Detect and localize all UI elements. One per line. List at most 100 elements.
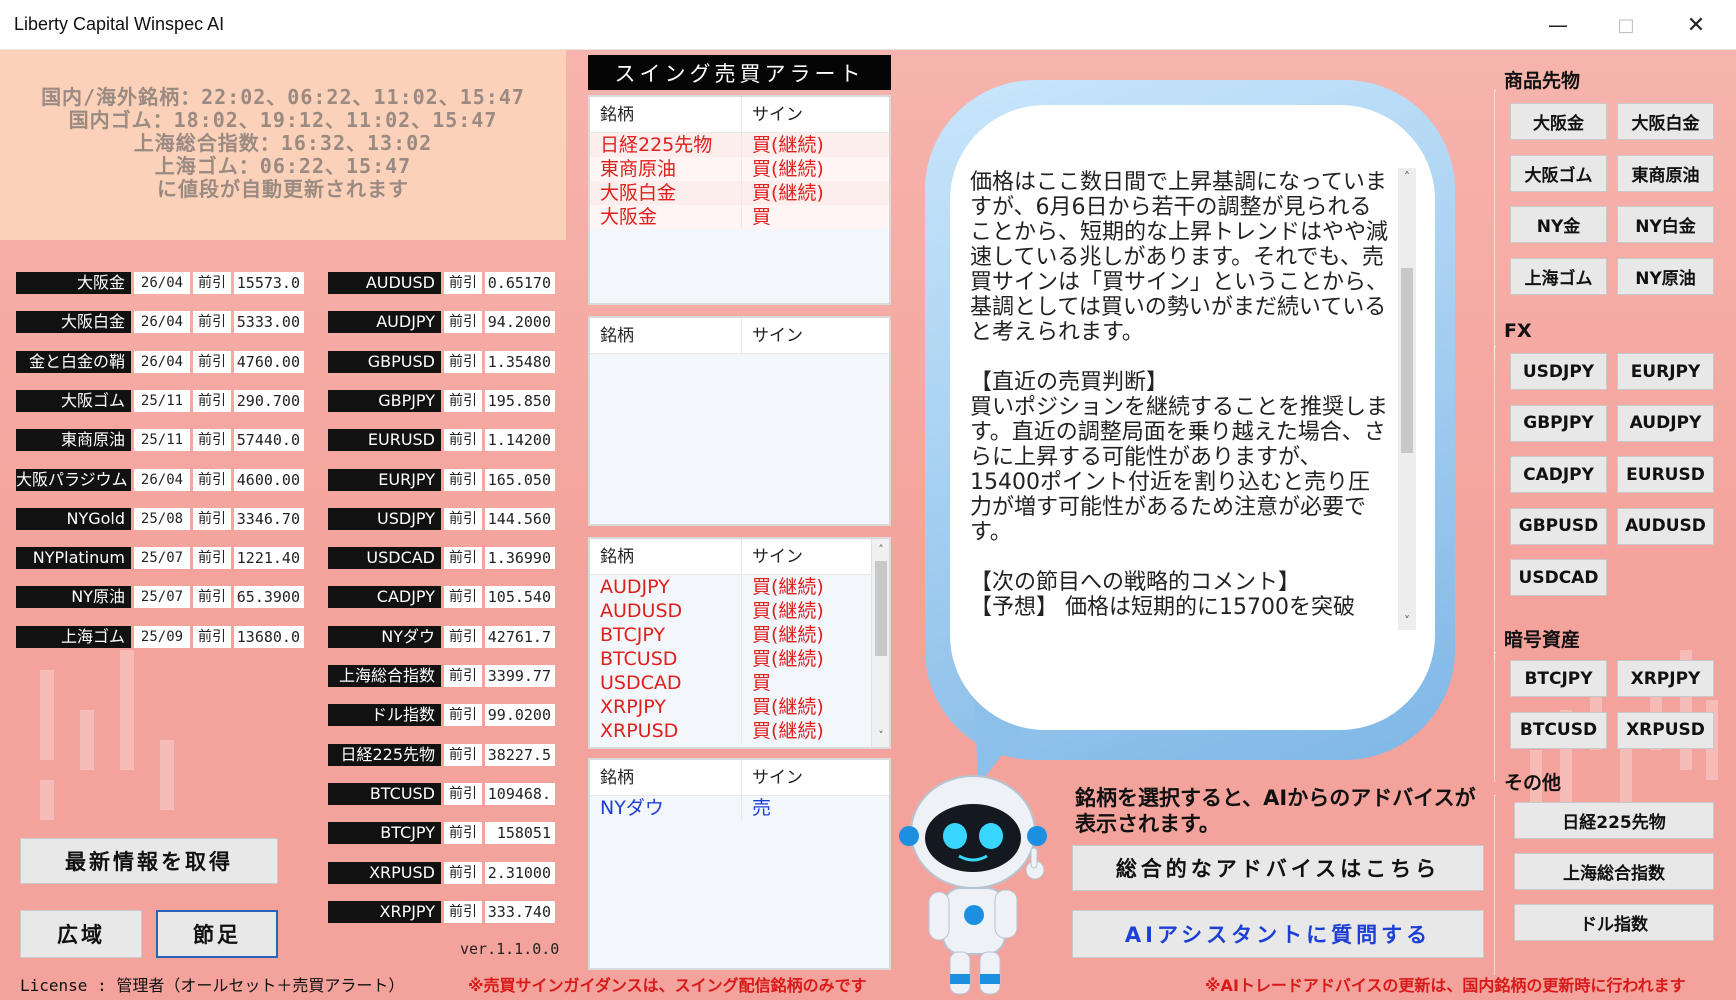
signal-row[interactable]: AUDUSD 買(継続)	[590, 599, 889, 623]
symbol-button-fx[interactable]: GBPJPY	[1510, 404, 1607, 442]
symbol-button-commodities[interactable]: 上海ゴム	[1510, 257, 1607, 295]
price-value: 1.14200	[485, 429, 555, 452]
session-tag: 前引	[193, 507, 231, 530]
minimize-button[interactable]: —	[1528, 0, 1588, 50]
price-row[interactable]: USDJPY 前引 144.560	[328, 507, 555, 530]
signal-sign: 買(継続)	[752, 600, 824, 622]
signal-row[interactable]: AUDJPY 買(継続)	[590, 575, 889, 599]
price-row[interactable]: AUDJPY 前引 94.2000	[328, 311, 555, 334]
price-row[interactable]: BTCJPY 前引 158051	[328, 822, 555, 845]
signal-scrollbar[interactable]: ˄ ˅	[871, 539, 889, 747]
price-row[interactable]: 日経225先物 前引 38227.5	[328, 743, 555, 766]
minimize-icon: —	[1548, 13, 1568, 37]
signal-row[interactable]: BTCJPY 買(継続)	[590, 623, 889, 647]
price-row[interactable]: 東商原油 25/11 前引 57440.0	[16, 429, 304, 452]
price-row[interactable]: USDCAD 前引 1.36990	[328, 547, 555, 570]
price-row[interactable]: NYGold 25/08 前引 3346.70	[16, 507, 304, 530]
scroll-down-icon[interactable]: ˅	[1398, 614, 1416, 628]
price-row[interactable]: NYPlatinum 25/07 前引 1221.40	[16, 547, 304, 570]
symbol-button-other[interactable]: 上海総合指数	[1514, 853, 1714, 890]
signal-row[interactable]: XRPUSD 買(継続)	[590, 719, 889, 743]
symbol-button-other[interactable]: 日経225先物	[1514, 802, 1714, 839]
symbol-button-fx[interactable]: GBPUSD	[1510, 507, 1607, 545]
symbol-button-commodities[interactable]: 大阪金	[1510, 103, 1607, 140]
signal-row[interactable]: XRPJPY 買(継続)	[590, 695, 889, 719]
symbol-button-fx[interactable]: USDJPY	[1510, 353, 1607, 390]
price-row[interactable]: 大阪白金 26/04 前引 5333.00	[16, 311, 304, 334]
symbol-button-commodities[interactable]: 大阪白金	[1617, 103, 1714, 140]
symbol-button-commodities[interactable]: 大阪ゴム	[1510, 154, 1607, 192]
price-row[interactable]: GBPUSD 前引 1.35480	[328, 350, 555, 373]
price-row[interactable]: ドル指数 前引 99.0200	[328, 704, 555, 727]
overall-advice-button[interactable]: 総合的なアドバイスはこちら	[1072, 845, 1484, 891]
candle-decoration	[80, 710, 94, 770]
price-row[interactable]: NY原油 25/07 前引 65.3900	[16, 586, 304, 609]
symbol-button-other[interactable]: ドル指数	[1514, 904, 1714, 941]
signal-row[interactable]: 大阪金買	[590, 205, 889, 229]
price-row[interactable]: XRPJPY 前引 333.740	[328, 900, 555, 923]
contract-month: 25/08	[134, 507, 190, 530]
symbol-button-fx[interactable]: CADJPY	[1510, 456, 1607, 493]
signal-symbol: AUDJPY	[590, 575, 742, 599]
price-row[interactable]: 大阪ゴム 25/11 前引 290.700	[16, 389, 304, 412]
signal-symbol: 大阪金	[590, 205, 742, 229]
scroll-thumb[interactable]	[875, 561, 887, 656]
candle-button[interactable]: 節足	[156, 910, 278, 958]
advice-scrollbar[interactable]: ˄ ˅	[1398, 168, 1416, 630]
symbol-button-crypto[interactable]: BTCJPY	[1510, 660, 1607, 697]
column-header-sign: サイン	[752, 105, 803, 125]
symbol-button-crypto[interactable]: XRPJPY	[1617, 660, 1714, 697]
symbol-name: NYGold	[16, 507, 131, 530]
update-line: 国内ゴム：18:02、19:12、11:02、15:47	[68, 108, 498, 132]
price-row[interactable]: CADJPY 前引 105.540	[328, 586, 555, 609]
price-row[interactable]: 大阪パラジウム 26/04 前引 4600.00	[16, 468, 304, 491]
symbol-button-commodities[interactable]: NY原油	[1617, 257, 1714, 295]
maximize-button[interactable]: □	[1596, 0, 1656, 50]
price-row[interactable]: GBPJPY 前引 195.850	[328, 389, 555, 412]
signal-row[interactable]: 大阪白金 買(継続)	[590, 181, 889, 205]
price-row[interactable]: EURUSD 前引 1.14200	[328, 429, 555, 452]
group-title-commodities: 商品先物	[1504, 70, 1581, 92]
signal-symbol: XRPJPY	[590, 695, 742, 719]
symbol-button-fx[interactable]: EURJPY	[1617, 353, 1714, 390]
maximize-icon: □	[1617, 14, 1635, 36]
symbol-button-fx[interactable]: USDCAD	[1510, 559, 1607, 596]
price-row[interactable]: 上海総合指数 前引 3399.77	[328, 665, 555, 687]
scroll-thumb[interactable]	[1401, 268, 1413, 453]
session-tag: 前引	[444, 507, 482, 530]
price-row[interactable]: AUDUSD 前引 0.65170	[328, 272, 555, 294]
scroll-down-icon[interactable]: ˅	[872, 727, 889, 745]
signal-row[interactable]: NYダウ売	[590, 796, 889, 820]
signal-row[interactable]: 日経225先物 買(継続)	[590, 133, 889, 157]
symbol-button-commodities[interactable]: NY白金	[1617, 206, 1714, 243]
symbol-button-crypto[interactable]: BTCUSD	[1510, 711, 1607, 749]
sign-guidance-note: ※売買サインガイダンスは、スイング配信銘柄のみです	[468, 976, 867, 995]
swing-alert-header: スイング売買アラート	[588, 55, 891, 90]
price-row[interactable]: EURJPY 前引 165.050	[328, 468, 555, 491]
symbol-button-fx[interactable]: AUDJPY	[1617, 404, 1714, 442]
wide-button[interactable]: 広域	[20, 910, 142, 958]
symbol-button-commodities[interactable]: NY金	[1510, 206, 1607, 243]
price-row[interactable]: XRPUSD 前引 2.31000	[328, 861, 555, 884]
price-row[interactable]: BTCUSD 前引 109468.	[328, 782, 555, 805]
title-bar: Liberty Capital Winspec AI — □ ✕	[0, 0, 1736, 50]
scroll-up-icon[interactable]: ˄	[1398, 170, 1416, 184]
ask-ai-button[interactable]: AIアシスタントに質問する	[1072, 910, 1484, 958]
signal-row[interactable]: BTCUSD 買(継続)	[590, 647, 889, 671]
symbol-button-fx[interactable]: AUDUSD	[1617, 507, 1714, 545]
select-instruction: 銘柄を選択すると、AIからのアドバイスが表示されます。	[1075, 786, 1476, 836]
signal-row[interactable]: 東商原油 買(継続)	[590, 157, 889, 181]
signal-table-body	[590, 354, 889, 524]
price-row[interactable]: 大阪金 26/04 前引 15573.0	[16, 272, 304, 294]
close-button[interactable]: ✕	[1666, 0, 1726, 50]
price-row[interactable]: NYダウ 前引 42761.7	[328, 625, 555, 648]
symbol-button-commodities[interactable]: 東商原油	[1617, 154, 1714, 192]
signal-row[interactable]: USDCAD 買	[590, 671, 889, 695]
symbol-button-crypto[interactable]: XRPUSD	[1617, 711, 1714, 749]
group-border	[1494, 652, 1496, 782]
price-row[interactable]: 上海ゴム 25/09 前引 13680.0	[16, 625, 304, 648]
price-row[interactable]: 金と白金の鞘 26/04 前引 4760.00	[16, 350, 304, 373]
scroll-up-icon[interactable]: ˄	[872, 541, 889, 559]
refresh-button[interactable]: 最新情報を取得	[20, 838, 278, 884]
symbol-button-fx[interactable]: EURUSD	[1617, 456, 1714, 493]
